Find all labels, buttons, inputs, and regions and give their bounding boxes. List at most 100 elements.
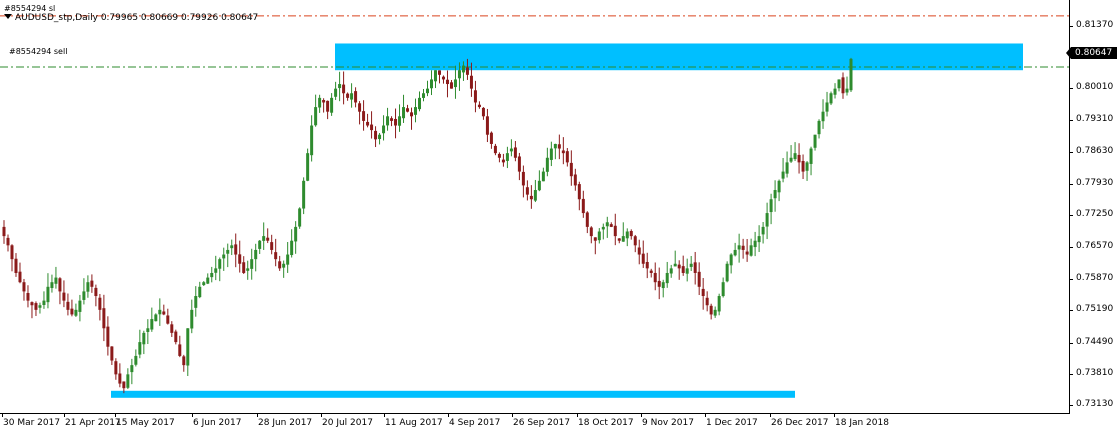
candle-body (258, 240, 262, 249)
candle-body (338, 84, 342, 89)
candle-body (206, 277, 210, 284)
candle-body (174, 331, 178, 343)
candle-body (797, 154, 801, 163)
time-axis-label: 1 Dec 2017 (706, 418, 758, 428)
chart-area[interactable] (0, 0, 1070, 414)
price-axis-tick (1069, 25, 1073, 27)
candle-body (801, 160, 805, 172)
candle-body (793, 153, 797, 160)
support-zone (111, 390, 795, 398)
candle-body (837, 79, 841, 89)
candle-body (525, 187, 529, 195)
candle-body (226, 249, 230, 254)
price-axis-tick (1069, 120, 1073, 122)
candle-body (302, 180, 306, 209)
candle-body (362, 111, 366, 121)
candle-body (765, 213, 769, 227)
candle-body (577, 184, 581, 200)
price-chart[interactable] (0, 0, 1070, 414)
candle-body (90, 280, 94, 287)
candle-body (845, 88, 849, 93)
candle-body (138, 342, 142, 355)
candle-body (777, 180, 781, 193)
time-axis-label: 30 Mar 2017 (3, 418, 61, 428)
candle-body (230, 245, 234, 249)
time-axis-label: 21 Apr 2017 (65, 418, 121, 428)
candle-body (725, 263, 729, 282)
candle-body (481, 107, 485, 117)
candle-body (166, 315, 170, 324)
candle-body (254, 249, 258, 260)
candle-body (294, 226, 298, 242)
sell-order-label: #8554294 sell (9, 47, 68, 56)
candle-body (426, 88, 429, 94)
candle-body (737, 245, 741, 250)
candle-body (509, 148, 513, 152)
candle-body (601, 226, 605, 230)
candle-body (50, 282, 54, 289)
price-axis-tick (1069, 373, 1073, 375)
candle-body (553, 143, 557, 149)
candle-body (222, 254, 226, 259)
candle-body (406, 108, 410, 112)
candle-body (753, 240, 757, 248)
candle-body (717, 296, 721, 312)
candle-body (697, 271, 701, 287)
candle-body (649, 270, 653, 273)
candle-body (505, 153, 509, 161)
candle-body (334, 88, 338, 97)
candle-body (565, 151, 569, 163)
candle-body (18, 271, 22, 283)
candle-body (382, 125, 386, 134)
time-axis-label: 26 Dec 2017 (771, 418, 829, 428)
candle-body (246, 268, 250, 271)
candle-body (2, 226, 6, 237)
candle-body (513, 147, 517, 158)
candle-body (86, 282, 90, 292)
time-axis-tick (192, 413, 193, 417)
sl-order-label: #8554294 sl (4, 4, 56, 13)
candle-body (429, 79, 433, 89)
candle-body (330, 97, 334, 113)
candle-body (286, 254, 290, 265)
candle-body (733, 249, 737, 256)
candle-body (769, 199, 773, 213)
chart-header: #8554294 sl AUDUSD_stp,Daily 0.79965 0.8… (4, 5, 258, 24)
candle-body (685, 268, 689, 274)
candle-body (689, 263, 693, 267)
price-axis-label: 0.76570 (1076, 240, 1114, 251)
candle-body (681, 266, 685, 273)
price-axis-label: 0.79310 (1076, 114, 1114, 125)
candle-body (709, 305, 713, 315)
price-axis-tick (1069, 278, 1073, 280)
candle-body (186, 328, 190, 366)
price-axis-label: 0.75190 (1076, 304, 1114, 315)
time-axis-tick (705, 413, 706, 417)
candle-body (386, 116, 390, 126)
time-axis-label: 9 Nov 2017 (642, 418, 694, 428)
candle-body (102, 308, 106, 329)
candle-body (62, 292, 66, 301)
collapse-triangle-icon[interactable] (4, 14, 12, 19)
candle-body (597, 231, 601, 241)
candle-body (350, 93, 354, 100)
price-axis-tick (1069, 342, 1073, 344)
candle-body (250, 259, 254, 269)
candle-body (66, 301, 70, 310)
candle-body (354, 91, 358, 103)
candle-body (150, 319, 154, 330)
candle-body (705, 297, 709, 306)
candle-body (242, 262, 246, 273)
candle-body (449, 82, 453, 89)
candle-body (497, 153, 501, 158)
candle-body (785, 162, 789, 174)
candle-body (42, 300, 46, 306)
candle-body (761, 226, 765, 235)
time-axis-label: 6 Jun 2017 (193, 418, 242, 428)
symbol-info: AUDUSD_stp,Daily 0.79965 0.80669 0.79926… (15, 13, 259, 23)
price-axis-label: 0.74490 (1076, 336, 1114, 347)
candle-body (625, 231, 629, 239)
candle-body (437, 70, 441, 75)
candle-body (182, 356, 186, 366)
time-axis-tick (64, 413, 65, 417)
